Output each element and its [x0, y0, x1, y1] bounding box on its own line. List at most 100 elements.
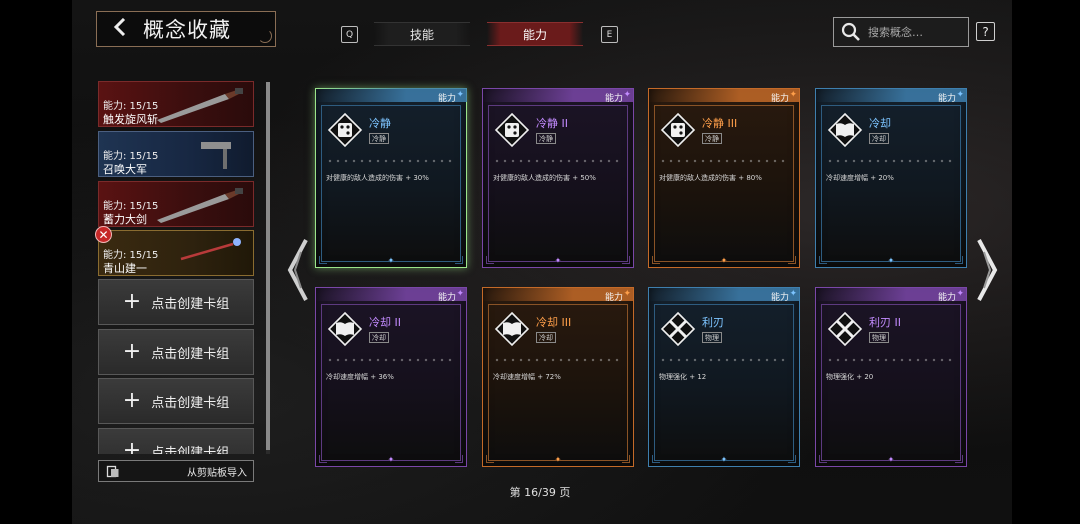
deck-item[interactable]: 能力: 15/15 召唤大军 [98, 131, 254, 177]
card-divider [326, 358, 456, 362]
letterbox-right [1012, 0, 1080, 524]
card-tag: 冷静 [702, 133, 722, 144]
card-effect: 冷却速度增幅 + 72% [493, 373, 561, 381]
card-corner-ornament [819, 256, 827, 264]
card-name: 冷静 III [702, 117, 738, 130]
back-title-button[interactable]: 概念收藏 [96, 11, 276, 47]
deck-count: 能力: 15/15 [103, 151, 159, 162]
card-name: 冷静 II [536, 117, 568, 130]
back-arrow-icon[interactable] [113, 17, 143, 41]
next-page-arrow-icon[interactable] [976, 238, 998, 302]
deck-item[interactable]: 能力: 15/15 触发旋风斩 [98, 81, 254, 127]
deck-item[interactable]: 能力: 15/15 蓄力大剑 [98, 181, 254, 227]
card-corner-ornament [455, 256, 463, 264]
card-star-icon: ✦ [623, 90, 631, 100]
card-corner-ornament [486, 455, 494, 463]
card-type: 能力 [604, 94, 623, 104]
hammer-icon [201, 142, 231, 169]
concept-card[interactable]: 能力 ✦ 冷却 冷却 冷却速度增幅 + 20% ✦ [815, 88, 967, 268]
create-deck-button[interactable]: + 点击创建卡组 [98, 378, 254, 424]
card-corner-ornament [652, 455, 660, 463]
game-screen: 概念收藏 Q 技能 能力 E ? 能力: 15/15 触发旋风斩 能力: 15 [0, 0, 1080, 524]
card-star-icon: ✦ [956, 90, 964, 100]
concept-card[interactable]: 能力 ✦ 冷静 冷静 对健康的敌人造成的伤害 + 30% ✦ [315, 88, 467, 268]
deck-count: 能力: 15/15 [103, 201, 159, 212]
create-deck-button[interactable]: + 点击创建卡组 [98, 329, 254, 375]
concept-card[interactable]: 能力 ✦ 冷静 II 冷静 对健康的敌人造成的伤害 + 50% ✦ [482, 88, 634, 268]
help-button[interactable]: ? [976, 22, 995, 41]
create-deck-label: 点击创建卡组 [151, 346, 230, 362]
create-deck-button[interactable]: + 点击创建卡组 [98, 279, 254, 325]
card-tag: 冷却 [869, 133, 889, 144]
card-star-icon: ✦ [789, 90, 797, 100]
remove-deck-icon[interactable]: ✕ [95, 226, 112, 243]
card-divider [493, 159, 623, 163]
card-corner-ornament [955, 256, 963, 264]
card-footer-star-icon: ✦ [554, 256, 562, 265]
deck-item[interactable]: 能力: 15/15 青山建一 [98, 230, 254, 276]
card-name: 冷静 [369, 117, 391, 130]
card-footer-star-icon: ✦ [887, 455, 895, 464]
prev-page-arrow-icon[interactable] [287, 238, 309, 302]
card-effect: 对健康的敌人造成的伤害 + 80% [659, 174, 762, 182]
card-footer-star-icon: ✦ [887, 256, 895, 265]
deck-name: 蓄力大剑 [103, 213, 147, 226]
card-tag: 冷却 [536, 332, 556, 343]
tab-next-key-hint[interactable]: E [601, 26, 618, 43]
plus-icon: + [122, 339, 142, 364]
card-star-icon: ✦ [956, 289, 964, 299]
card-corner-ornament [319, 256, 327, 264]
crossed-swords-icon [660, 311, 696, 347]
clipboard-icon [106, 465, 119, 478]
card-corner-ornament [819, 455, 827, 463]
import-from-clipboard-button[interactable]: 从剪贴板导入 [98, 460, 254, 482]
concept-card[interactable]: 能力 ✦ 冷却 II 冷却 冷却速度增幅 + 36% ✦ [315, 287, 467, 467]
plus-icon: + [122, 388, 142, 413]
card-tag: 物理 [869, 332, 889, 343]
deck-name: 召唤大军 [103, 163, 147, 176]
card-footer-star-icon: ✦ [387, 455, 395, 464]
tab-prev-key-hint[interactable]: Q [341, 26, 358, 43]
concept-card[interactable]: 能力 ✦ 冷却 III 冷却 冷却速度增幅 + 72% ✦ [482, 287, 634, 467]
page-indicator: 第 16/39 页 [509, 486, 571, 499]
book-icon [327, 311, 363, 347]
card-type: 能力 [437, 293, 456, 303]
card-tag: 物理 [702, 332, 722, 343]
card-corner-ornament [788, 256, 796, 264]
create-deck-label: 点击创建卡组 [151, 296, 230, 312]
concept-card[interactable]: 能力 ✦ 利刃 II 物理 物理强化 + 20 ✦ [815, 287, 967, 467]
book-icon [827, 112, 863, 148]
card-effect: 冷却速度增幅 + 36% [326, 373, 394, 381]
card-effect: 物理强化 + 20 [826, 373, 874, 381]
deck-list-scroll-thumb[interactable] [266, 82, 270, 450]
deck-count: 能力: 15/15 [103, 101, 159, 112]
card-effect: 对健康的敌人造成的伤害 + 30% [326, 174, 429, 182]
import-label: 从剪贴板导入 [187, 467, 247, 479]
concept-card[interactable]: 能力 ✦ 利刃 物理 物理强化 + 12 ✦ [648, 287, 800, 467]
tab-abilities[interactable]: 能力 [487, 22, 583, 46]
tab-skills[interactable]: 技能 [374, 22, 470, 46]
card-corner-ornament [652, 256, 660, 264]
search-box[interactable] [833, 17, 969, 47]
card-type: 能力 [937, 293, 956, 303]
card-corner-ornament [455, 455, 463, 463]
card-tag: 冷静 [536, 133, 556, 144]
create-deck-button[interactable]: + 点击创建卡组 [98, 428, 254, 454]
deck-name: 触发旋风斩 [103, 113, 158, 126]
search-icon[interactable] [834, 18, 868, 46]
sword-icon [157, 188, 243, 223]
corner-ornament-icon [258, 29, 272, 43]
deck-list[interactable]: 能力: 15/15 触发旋风斩 能力: 15/15 召唤大军 能力: 15/15… [96, 78, 258, 454]
search-input[interactable] [868, 25, 964, 39]
dice-icon [494, 112, 530, 148]
card-type: 能力 [937, 94, 956, 104]
card-corner-ornament [955, 455, 963, 463]
card-star-icon: ✦ [623, 289, 631, 299]
card-footer-star-icon: ✦ [720, 455, 728, 464]
card-name: 利刃 II [869, 316, 901, 329]
concept-card[interactable]: 能力 ✦ 冷静 III 冷静 对健康的敌人造成的伤害 + 80% ✦ [648, 88, 800, 268]
card-divider [826, 159, 956, 163]
card-corner-ornament [486, 256, 494, 264]
card-effect: 物理强化 + 12 [659, 373, 707, 381]
card-type: 能力 [770, 293, 789, 303]
